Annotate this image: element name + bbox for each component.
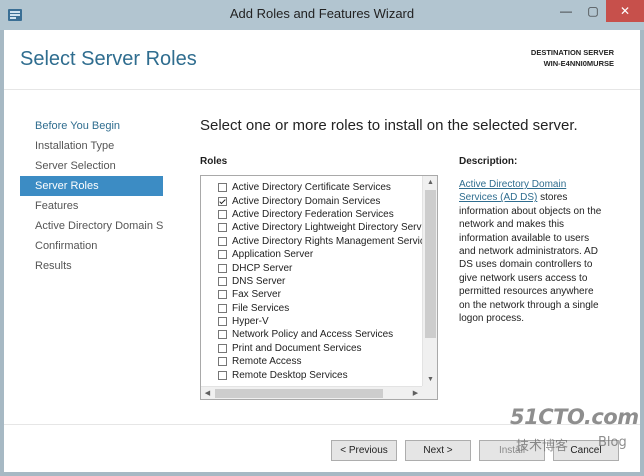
window-title: Add Roles and Features Wizard [229,6,415,21]
destination-server-name: WIN-E4NNI0MURSE [543,59,614,68]
role-label: Active Directory Federation Services [232,208,394,220]
roles-listbox[interactable]: Active Directory Certificate Services Act… [200,175,438,400]
checkbox[interactable] [218,183,227,193]
checkbox[interactable] [218,330,227,340]
checkbox[interactable] [218,303,227,313]
roles-list: Active Directory Certificate Services Act… [201,181,422,382]
role-item[interactable]: Active Directory Lightweight Directory S… [201,221,422,234]
checkbox[interactable] [218,250,227,260]
role-item[interactable]: Fax Server [201,288,422,301]
description-text: Active Directory Domain Services (AD DS)… [459,178,607,325]
previous-button[interactable]: < Previous [331,440,397,461]
role-item[interactable]: Print and Document Services [201,342,422,355]
nav-item-before-you-begin[interactable]: Before You Begin [20,116,163,136]
wizard-nav: Before You Begin Installation Type Serve… [20,116,163,276]
nav-item-server-roles[interactable]: Server Roles [20,176,163,196]
role-label: DNS Server [232,275,286,287]
checkbox[interactable] [218,236,227,246]
role-label: Active Directory Domain Services [232,195,381,207]
role-label: Active Directory Certificate Services [232,182,391,194]
role-label: Print and Document Services [232,342,362,354]
role-label: Hyper-V [232,316,269,328]
scrollbar-corner [422,386,437,399]
roles-vertical-scrollbar[interactable]: ▲ ▼ [422,176,437,386]
cancel-button[interactable]: Cancel [553,440,619,461]
scroll-thumb[interactable] [425,190,436,338]
roles-label: Roles [200,156,228,167]
role-item[interactable]: Active Directory Federation Services [201,208,422,221]
wizard-window: Add Roles and Features Wizard — ▢ ✕ Sele… [0,0,644,476]
role-item[interactable]: File Services [201,302,422,315]
checkbox[interactable] [218,223,227,233]
next-button[interactable]: Next > [405,440,471,461]
role-label: Application Server [232,249,314,261]
nav-item-results[interactable]: Results [20,256,163,276]
role-item[interactable]: Active Directory Rights Management Servi… [201,235,422,248]
role-label: Remote Desktop Services [232,369,348,381]
role-label: Network Policy and Access Services [232,329,394,341]
checkbox[interactable] [218,276,227,286]
role-label: Fax Server [232,289,281,301]
role-item[interactable]: Remote Access [201,355,422,368]
role-item[interactable]: DHCP Server [201,261,422,274]
scroll-up-icon[interactable]: ▲ [423,176,437,189]
role-item[interactable]: Active Directory Domain Services [201,194,422,207]
footer-divider [4,424,640,425]
maximize-icon[interactable]: ▢ [580,0,606,22]
nav-item-features[interactable]: Features [20,196,163,216]
main-heading: Select one or more roles to install on t… [200,117,578,134]
scroll-down-icon[interactable]: ▼ [423,373,437,386]
role-label: Remote Access [232,356,302,368]
close-icon[interactable]: ✕ [606,0,644,22]
checkbox[interactable] [218,209,227,219]
checkbox-checked[interactable] [218,196,227,206]
checkbox[interactable] [218,343,227,353]
role-label: Active Directory Rights Management Servi… [232,235,422,247]
horizontal-scroll-thumb[interactable] [215,389,383,398]
checkbox[interactable] [218,370,227,380]
roles-horizontal-scrollbar[interactable]: ◀ ▶ [201,386,422,399]
checkbox[interactable] [218,290,227,300]
install-button[interactable]: Install [479,440,545,461]
role-item[interactable]: DNS Server [201,275,422,288]
role-label: DHCP Server [232,262,293,274]
nav-item-server-selection[interactable]: Server Selection [20,156,163,176]
role-item[interactable]: Hyper-V [201,315,422,328]
nav-item-confirmation[interactable]: Confirmation [20,236,163,256]
role-item[interactable]: Remote Desktop Services [201,368,422,381]
scroll-right-icon[interactable]: ▶ [409,387,422,399]
nav-item-installation-type[interactable]: Installation Type [20,136,163,156]
role-item[interactable]: Active Directory Certificate Services [201,181,422,194]
destination-server-block: DESTINATION SERVER WIN-E4NNI0MURSE [531,47,614,69]
minimize-icon[interactable]: — [552,0,580,22]
role-item[interactable]: Network Policy and Access Services [201,328,422,341]
role-label: Active Directory Lightweight Directory S… [232,222,422,234]
destination-server-label: DESTINATION SERVER [530,48,614,57]
title-bar[interactable]: Add Roles and Features Wizard — ▢ ✕ [0,0,644,30]
header-divider [4,89,640,90]
checkbox[interactable] [218,357,227,367]
role-item[interactable]: Application Server [201,248,422,261]
checkbox[interactable] [218,263,227,273]
description-body: stores information about objects on the … [459,192,602,325]
nav-item-ad-ds[interactable]: Active Directory Domain Services [20,216,163,236]
description-label: Description: [459,156,518,167]
role-label: File Services [232,302,290,314]
scroll-left-icon[interactable]: ◀ [201,387,214,399]
wizard-content: Select Server Roles DESTINATION SERVER W… [4,30,640,472]
page-title: Select Server Roles [20,48,197,70]
checkbox[interactable] [218,317,227,327]
